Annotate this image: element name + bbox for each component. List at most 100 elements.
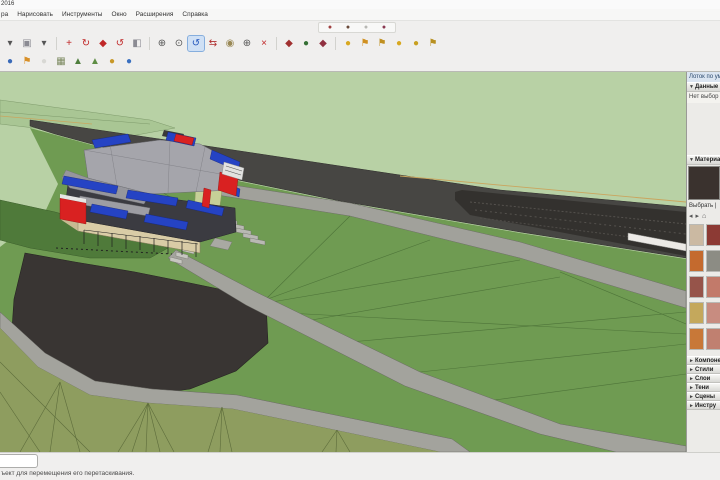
expand-triangle-icon: ► xyxy=(689,394,694,400)
menu-item-2[interactable]: Инструменты xyxy=(62,11,103,18)
material-swatch-4[interactable] xyxy=(689,276,704,298)
tray-panel-label: Инстру xyxy=(694,403,717,409)
geo-globe-icon[interactable]: ● xyxy=(121,54,137,69)
toolbar-row-1: ▾ ▣ ▾ + ↻ ◆ ↺ ◧ ⊕ ⊙ ↺ ⇆ ◉ ⊕ × ◆ ● ◆ ● ⚑ ⚑ ● ● ⚑ xyxy=(2,35,441,52)
scale-tool-icon[interactable]: ◆ xyxy=(95,36,111,51)
material-swatch-7[interactable] xyxy=(706,302,720,324)
material-swatch-0[interactable] xyxy=(689,224,704,246)
plugin-tool-2-icon[interactable]: ● xyxy=(340,20,356,35)
move-tool-icon[interactable]: + xyxy=(61,36,77,51)
toggle-terrain-icon[interactable]: ▲ xyxy=(70,54,86,69)
white-model-icon[interactable]: ● xyxy=(36,54,52,69)
back-arrow-icon[interactable]: ◂ xyxy=(689,212,693,220)
terrain-smooth-icon[interactable]: ▲ xyxy=(87,54,103,69)
shadow-time-icon[interactable]: ● xyxy=(408,36,424,51)
zoom-window-tool-icon[interactable]: ⊙ xyxy=(171,36,187,51)
photo-textures-icon[interactable]: ▦ xyxy=(53,54,69,69)
material-swatch-3[interactable] xyxy=(706,250,720,272)
face-style-caret-icon[interactable]: ▾ xyxy=(36,36,52,51)
measurement-box[interactable] xyxy=(0,454,38,468)
tray-panel-label: Слои xyxy=(694,376,711,382)
tray-panel-label: Стили xyxy=(694,367,714,373)
plugin-tool-3-icon[interactable]: ● xyxy=(358,20,374,35)
material-swatch-5[interactable] xyxy=(706,276,720,298)
material-swatch-9[interactable] xyxy=(706,328,720,350)
pan-tool-icon[interactable]: ⇆ xyxy=(205,36,221,51)
tray-panel-5[interactable]: ►Инстру xyxy=(687,401,720,410)
menu-item-1[interactable]: Нарисовать xyxy=(17,11,53,18)
face-style-tool-icon[interactable]: ▣ xyxy=(19,36,35,51)
next-view-icon[interactable]: ● xyxy=(298,36,314,51)
tray-panel: Лоток по ум ▼Данные о Нет выбор ▼Материа… xyxy=(686,72,720,452)
plugin-tool-1-icon[interactable]: ● xyxy=(322,20,338,35)
shadow-settings-icon[interactable]: ⚑ xyxy=(425,36,441,51)
viewport-3d[interactable] xyxy=(0,72,686,452)
sun-position-icon[interactable]: ● xyxy=(104,54,120,69)
shadow-earlier-icon[interactable]: ⚑ xyxy=(357,36,373,51)
expand-triangle-icon: ► xyxy=(689,367,694,373)
standard-views-icon[interactable]: ◆ xyxy=(315,36,331,51)
status-bar: ъект для перемещения его перетаскивания. xyxy=(0,452,720,480)
look-around-tool-icon[interactable]: ◉ xyxy=(222,36,238,51)
toolbar-separator xyxy=(276,37,277,50)
materials-tabs[interactable]: Выбрать | xyxy=(687,202,720,210)
collapse-triangle-icon: ▼ xyxy=(689,84,694,90)
window-title: 2016 xyxy=(1,1,15,7)
tray-collapsed-panels: ►Компоне ►Стили ►Слои ►Тени ►Сцены ►Инстру xyxy=(687,356,720,410)
materials-nav: ◂ ▸ ⌂ xyxy=(687,211,720,221)
materials-label: Материа xyxy=(694,157,720,163)
shadow-date-icon[interactable]: ● xyxy=(391,36,407,51)
shadows-toggle-icon[interactable]: ● xyxy=(340,36,356,51)
shadow-later-icon[interactable]: ⚑ xyxy=(374,36,390,51)
tray-panel-3[interactable]: ►Тени xyxy=(687,383,720,392)
material-swatch-8[interactable] xyxy=(689,328,704,350)
zoom-selection-tool-icon[interactable]: ⊕ xyxy=(239,36,255,51)
style-caret-icon[interactable]: ▾ xyxy=(2,36,18,51)
toolbar-separator xyxy=(56,37,57,50)
zoom-tool-icon[interactable]: ⊕ xyxy=(154,36,170,51)
menu-item-0[interactable]: ра xyxy=(1,11,8,18)
expand-triangle-icon: ► xyxy=(689,376,694,382)
expand-triangle-icon: ► xyxy=(689,385,694,391)
material-preview[interactable] xyxy=(688,166,720,200)
menu-item-5[interactable]: Справка xyxy=(182,11,208,18)
material-swatch-6[interactable] xyxy=(689,302,704,324)
toolbar-separator xyxy=(149,37,150,50)
toolbar-row-2: ● ⚑ ● ▦ ▲ ▲ ● ● xyxy=(2,54,137,69)
tray-panel-0[interactable]: ►Компоне xyxy=(687,356,720,365)
follow-me-tool-icon[interactable]: ↺ xyxy=(112,36,128,51)
entity-info-header[interactable]: ▼Данные о xyxy=(687,82,720,92)
materials-swatches xyxy=(689,224,720,352)
materials-header[interactable]: ▼Материа xyxy=(687,155,720,165)
orbit-tool-icon[interactable]: ↺ xyxy=(187,35,205,52)
material-swatch-2[interactable] xyxy=(689,250,704,272)
tray-panel-4[interactable]: ►Сцены xyxy=(687,392,720,401)
in-model-home-icon[interactable]: ⌂ xyxy=(702,213,706,220)
tray-panel-label: Тени xyxy=(694,385,709,391)
previous-view-icon[interactable]: ◆ xyxy=(281,36,297,51)
menu-item-3[interactable]: Окно xyxy=(111,11,126,18)
menu-item-4[interactable]: Расширения xyxy=(136,11,174,18)
status-hint: ъект для перемещения его перетаскивания. xyxy=(1,470,135,477)
location-pin-icon[interactable]: ⚑ xyxy=(19,54,35,69)
rotate-tool-icon[interactable]: ↻ xyxy=(78,36,94,51)
entity-info-content: Нет выбор xyxy=(687,92,720,103)
plugin-tool-4-icon[interactable]: ● xyxy=(376,20,392,35)
tray-panel-1[interactable]: ►Стили xyxy=(687,365,720,374)
tray-panel-2[interactable]: ►Слои xyxy=(687,374,720,383)
collapse-triangle-icon: ▼ xyxy=(689,157,694,163)
title-bar: 2016 xyxy=(0,0,720,9)
expand-triangle-icon: ► xyxy=(689,403,694,409)
zoom-extents-tool-icon[interactable]: × xyxy=(256,36,272,51)
add-location-icon[interactable]: ● xyxy=(2,54,18,69)
mini-toolbar: ● ● ● ● xyxy=(318,22,396,33)
forward-arrow-icon[interactable]: ▸ xyxy=(696,212,700,220)
expand-triangle-icon: ► xyxy=(689,358,694,364)
toolbar-area: ● ● ● ● ▾ ▣ ▾ + ↻ ◆ ↺ ◧ ⊕ ⊙ ↺ ⇆ ◉ ⊕ × ◆ ● ◆ ● ⚑ ⚑ ● ● ⚑ ● ⚑ ● ▦ ▲ ▲ ● ● xyxy=(0,21,720,72)
toolbar-separator xyxy=(335,37,336,50)
material-swatch-1[interactable] xyxy=(706,224,720,246)
tray-title[interactable]: Лоток по ум xyxy=(687,72,720,82)
entity-info-label: Данные о xyxy=(694,84,720,90)
tray-panel-label: Компоне xyxy=(694,358,720,364)
pushpull-tool-icon[interactable]: ◧ xyxy=(129,36,145,51)
